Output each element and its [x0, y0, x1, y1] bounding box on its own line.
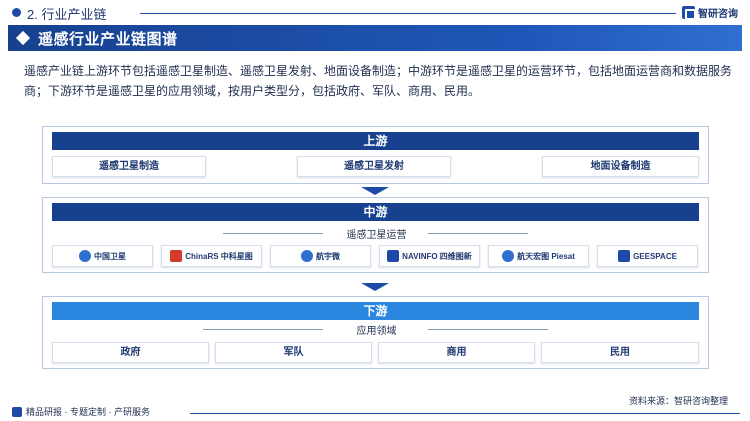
company-name: 航天宏图 Piesat: [517, 251, 575, 261]
piesat-icon: [502, 250, 515, 262]
midstream-panel: 中游 遥感卫星运营 中国卫星 ChinaRS 中科星图 航宇微 NAVINFO …: [42, 197, 709, 273]
intro-paragraph: 遥感产业链上游环节包括遥感卫星制造、遥感卫星发射、地面设备制造；中游环节是遥感卫…: [24, 64, 733, 98]
brand-small-icon: [12, 406, 22, 417]
downstream-item: 民用: [541, 342, 699, 363]
geespace-icon: [618, 250, 631, 262]
company-name: ChinaRS 中科星图: [185, 251, 253, 261]
top-bar: 2. 行业产业链 智研咨询: [0, 0, 750, 26]
company-logo-hangyuwei: 航宇微: [270, 245, 371, 267]
upstream-item: 遥感卫星发射: [297, 156, 451, 177]
label-line-right: [428, 329, 548, 330]
footer-text: 精品研报 · 专题定制 · 产研服务: [26, 407, 150, 417]
company-name: 航宇微: [316, 251, 340, 261]
downstream-header: 下游: [52, 302, 699, 320]
label-line-right: [428, 233, 528, 234]
company-logo-geespace: GEESPACE: [597, 245, 698, 267]
company-logo-piesat: 航天宏图 Piesat: [488, 245, 589, 267]
brand-logo-icon: [682, 6, 696, 20]
upstream-item: 地面设备制造: [542, 156, 699, 177]
flow-arrow-icon: [361, 283, 389, 291]
downstream-item: 商用: [378, 342, 535, 363]
company-logo-navinfo: NAVINFO 四维图新: [379, 245, 480, 267]
company-logo-china-satellite: 中国卫星: [52, 245, 153, 267]
flow-arrow-icon: [361, 187, 389, 195]
diamond-icon: [8, 25, 38, 51]
downstream-item: 军队: [215, 342, 372, 363]
navinfo-icon: [387, 250, 400, 262]
company-logo-chinars: ChinaRS 中科星图: [161, 245, 262, 267]
upstream-header: 上游: [52, 132, 699, 150]
downstream-item: 政府: [52, 342, 209, 363]
downstream-panel: 下游 应用领域 政府 军队 商用 民用: [42, 296, 709, 369]
header-divider: [140, 13, 676, 14]
upstream-panel: 上游 遥感卫星制造 遥感卫星发射 地面设备制造: [42, 126, 709, 184]
company-name: 中国卫星: [94, 251, 126, 261]
upstream-item: 遥感卫星制造: [52, 156, 206, 177]
section-title: 2. 行业产业链: [27, 7, 107, 22]
company-name: NAVINFO 四维图新: [402, 251, 472, 261]
title-banner: 遥感行业产业链图谱: [8, 25, 742, 51]
footer-divider: [190, 413, 740, 414]
china-satellite-icon: [79, 250, 91, 262]
hangyuwei-icon: [301, 250, 313, 262]
brand-logo: 智研咨询: [682, 5, 738, 20]
brand-logo-text: 智研咨询: [698, 9, 738, 20]
company-name: GEESPACE: [633, 251, 677, 261]
midstream-header: 中游: [52, 203, 699, 221]
downstream-label: 应用领域: [356, 326, 397, 337]
page-title: 遥感行业产业链图谱: [38, 30, 178, 48]
footer-tagline: 精品研报 · 专题定制 · 产研服务: [12, 405, 150, 418]
footer-bar: 精品研报 · 专题定制 · 产研服务: [0, 402, 750, 421]
chinars-icon: [170, 250, 183, 262]
midstream-label: 遥感卫星运营: [346, 230, 407, 241]
bullet-icon: [12, 8, 21, 17]
